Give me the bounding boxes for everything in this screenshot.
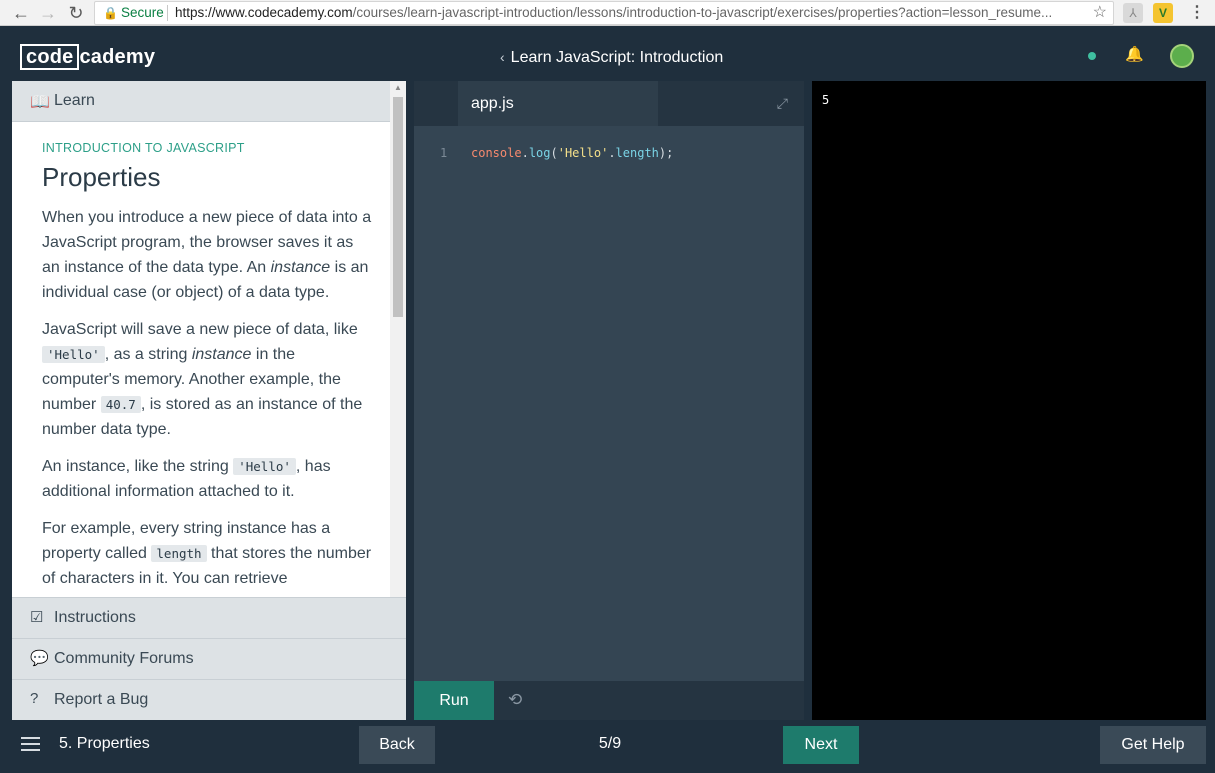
- output-console: 5: [812, 81, 1206, 720]
- menu-dots-icon[interactable]: ⋮: [1187, 3, 1207, 23]
- reload-icon[interactable]: ↻: [65, 2, 87, 24]
- code-line[interactable]: console.log('Hello'.length);: [471, 146, 673, 160]
- url-separator: [167, 5, 168, 21]
- community-forums-tab[interactable]: 💬 Community Forums: [12, 638, 406, 679]
- codecademy-logo[interactable]: code cademy: [20, 44, 155, 70]
- editor-footer: Run ⟲: [414, 681, 804, 720]
- instructions-tab[interactable]: ☑ Instructions: [12, 597, 406, 638]
- bottom-bar: 5. Properties Back 5/9 Next Get Help: [0, 720, 1215, 773]
- scroll-thumb[interactable]: [393, 97, 403, 317]
- lesson-content: INTRODUCTION TO JAVASCRIPT Properties Wh…: [42, 141, 372, 597]
- online-status-dot: [1088, 52, 1096, 60]
- secure-label: Secure: [121, 5, 164, 20]
- current-lesson-name[interactable]: 5. Properties: [59, 735, 150, 753]
- lock-icon: 🔒: [103, 6, 118, 20]
- url-text: https://www.codecademy.com/courses/learn…: [175, 2, 1075, 24]
- file-tab[interactable]: app.js: [458, 81, 658, 126]
- lesson-scrollbar[interactable]: ▲: [390, 81, 406, 597]
- app-header: code cademy ‹ Learn JavaScript: Introducti…: [0, 30, 1215, 82]
- lesson-paragraph-4: For example, every string instance has a…: [42, 520, 372, 587]
- forward-arrow-icon[interactable]: →: [37, 2, 59, 24]
- notification-bell-icon[interactable]: 🔔: [1125, 45, 1144, 65]
- learn-tab[interactable]: 📖 Learn: [12, 81, 406, 122]
- bookmark-star-icon[interactable]: ☆: [1093, 2, 1107, 24]
- chevron-left-icon: ‹: [500, 49, 505, 65]
- line-number: 1: [440, 146, 448, 160]
- lesson-panel: 📖 Learn ▲ INTRODUCTION TO JAVASCRIPT Pro…: [12, 81, 406, 720]
- inline-code: length: [151, 545, 207, 562]
- report-bug-tab[interactable]: ? Report a Bug: [12, 679, 406, 720]
- inline-code: 'Hello': [233, 458, 296, 475]
- code-editor: app.js ⤢ 1 console.log('Hello'.length); …: [414, 81, 804, 720]
- scroll-up-icon[interactable]: ▲: [390, 83, 406, 92]
- inline-code: 40.7: [100, 396, 141, 413]
- v-extension-icon[interactable]: V: [1153, 3, 1173, 23]
- back-button[interactable]: Back: [359, 726, 435, 764]
- browser-chrome: ← → ↻ 🔒 Secure https://www.codecademy.co…: [0, 0, 1215, 26]
- lesson-kicker: INTRODUCTION TO JAVASCRIPT: [42, 141, 245, 155]
- lesson-paragraph-3: An instance, like the string 'Hello', ha…: [42, 458, 331, 500]
- output-text: 5: [822, 93, 830, 107]
- editor-tabbar: app.js ⤢: [414, 81, 804, 126]
- lesson-paragraph-1: When you introduce a new piece of data i…: [42, 209, 372, 301]
- inline-code: 'Hello': [42, 346, 105, 363]
- hamburger-menu-icon[interactable]: [21, 737, 40, 751]
- book-icon: 📖: [30, 94, 50, 111]
- question-icon: ?: [30, 690, 39, 707]
- learn-tab-label: Learn: [54, 92, 95, 109]
- lesson-title: Properties: [42, 162, 161, 192]
- back-arrow-icon[interactable]: ←: [10, 2, 32, 24]
- run-button[interactable]: Run: [414, 681, 494, 720]
- reset-icon[interactable]: ⟲: [508, 690, 522, 710]
- get-help-button[interactable]: Get Help: [1100, 726, 1206, 764]
- progress-indicator: 5/9: [598, 735, 622, 752]
- pdf-extension-icon[interactable]: ⅄: [1123, 3, 1143, 23]
- lesson-paragraph-2: JavaScript will save a new piece of data…: [42, 321, 363, 438]
- url-path: /courses/learn-javascript-introduction/l…: [352, 5, 1053, 20]
- chat-icon: 💬: [30, 650, 49, 667]
- code-input[interactable]: 1 console.log('Hello'.length);: [414, 126, 804, 681]
- avatar[interactable]: [1170, 44, 1194, 68]
- checkbox-icon: ☑: [30, 609, 44, 626]
- next-button[interactable]: Next: [783, 726, 859, 764]
- address-bar[interactable]: 🔒 Secure https://www.codecademy.com/cour…: [94, 1, 1114, 25]
- expand-icon[interactable]: ⤢: [777, 95, 788, 112]
- url-host: https://www.codecademy.com: [175, 5, 353, 20]
- course-title[interactable]: ‹ Learn JavaScript: Introduction: [500, 44, 723, 70]
